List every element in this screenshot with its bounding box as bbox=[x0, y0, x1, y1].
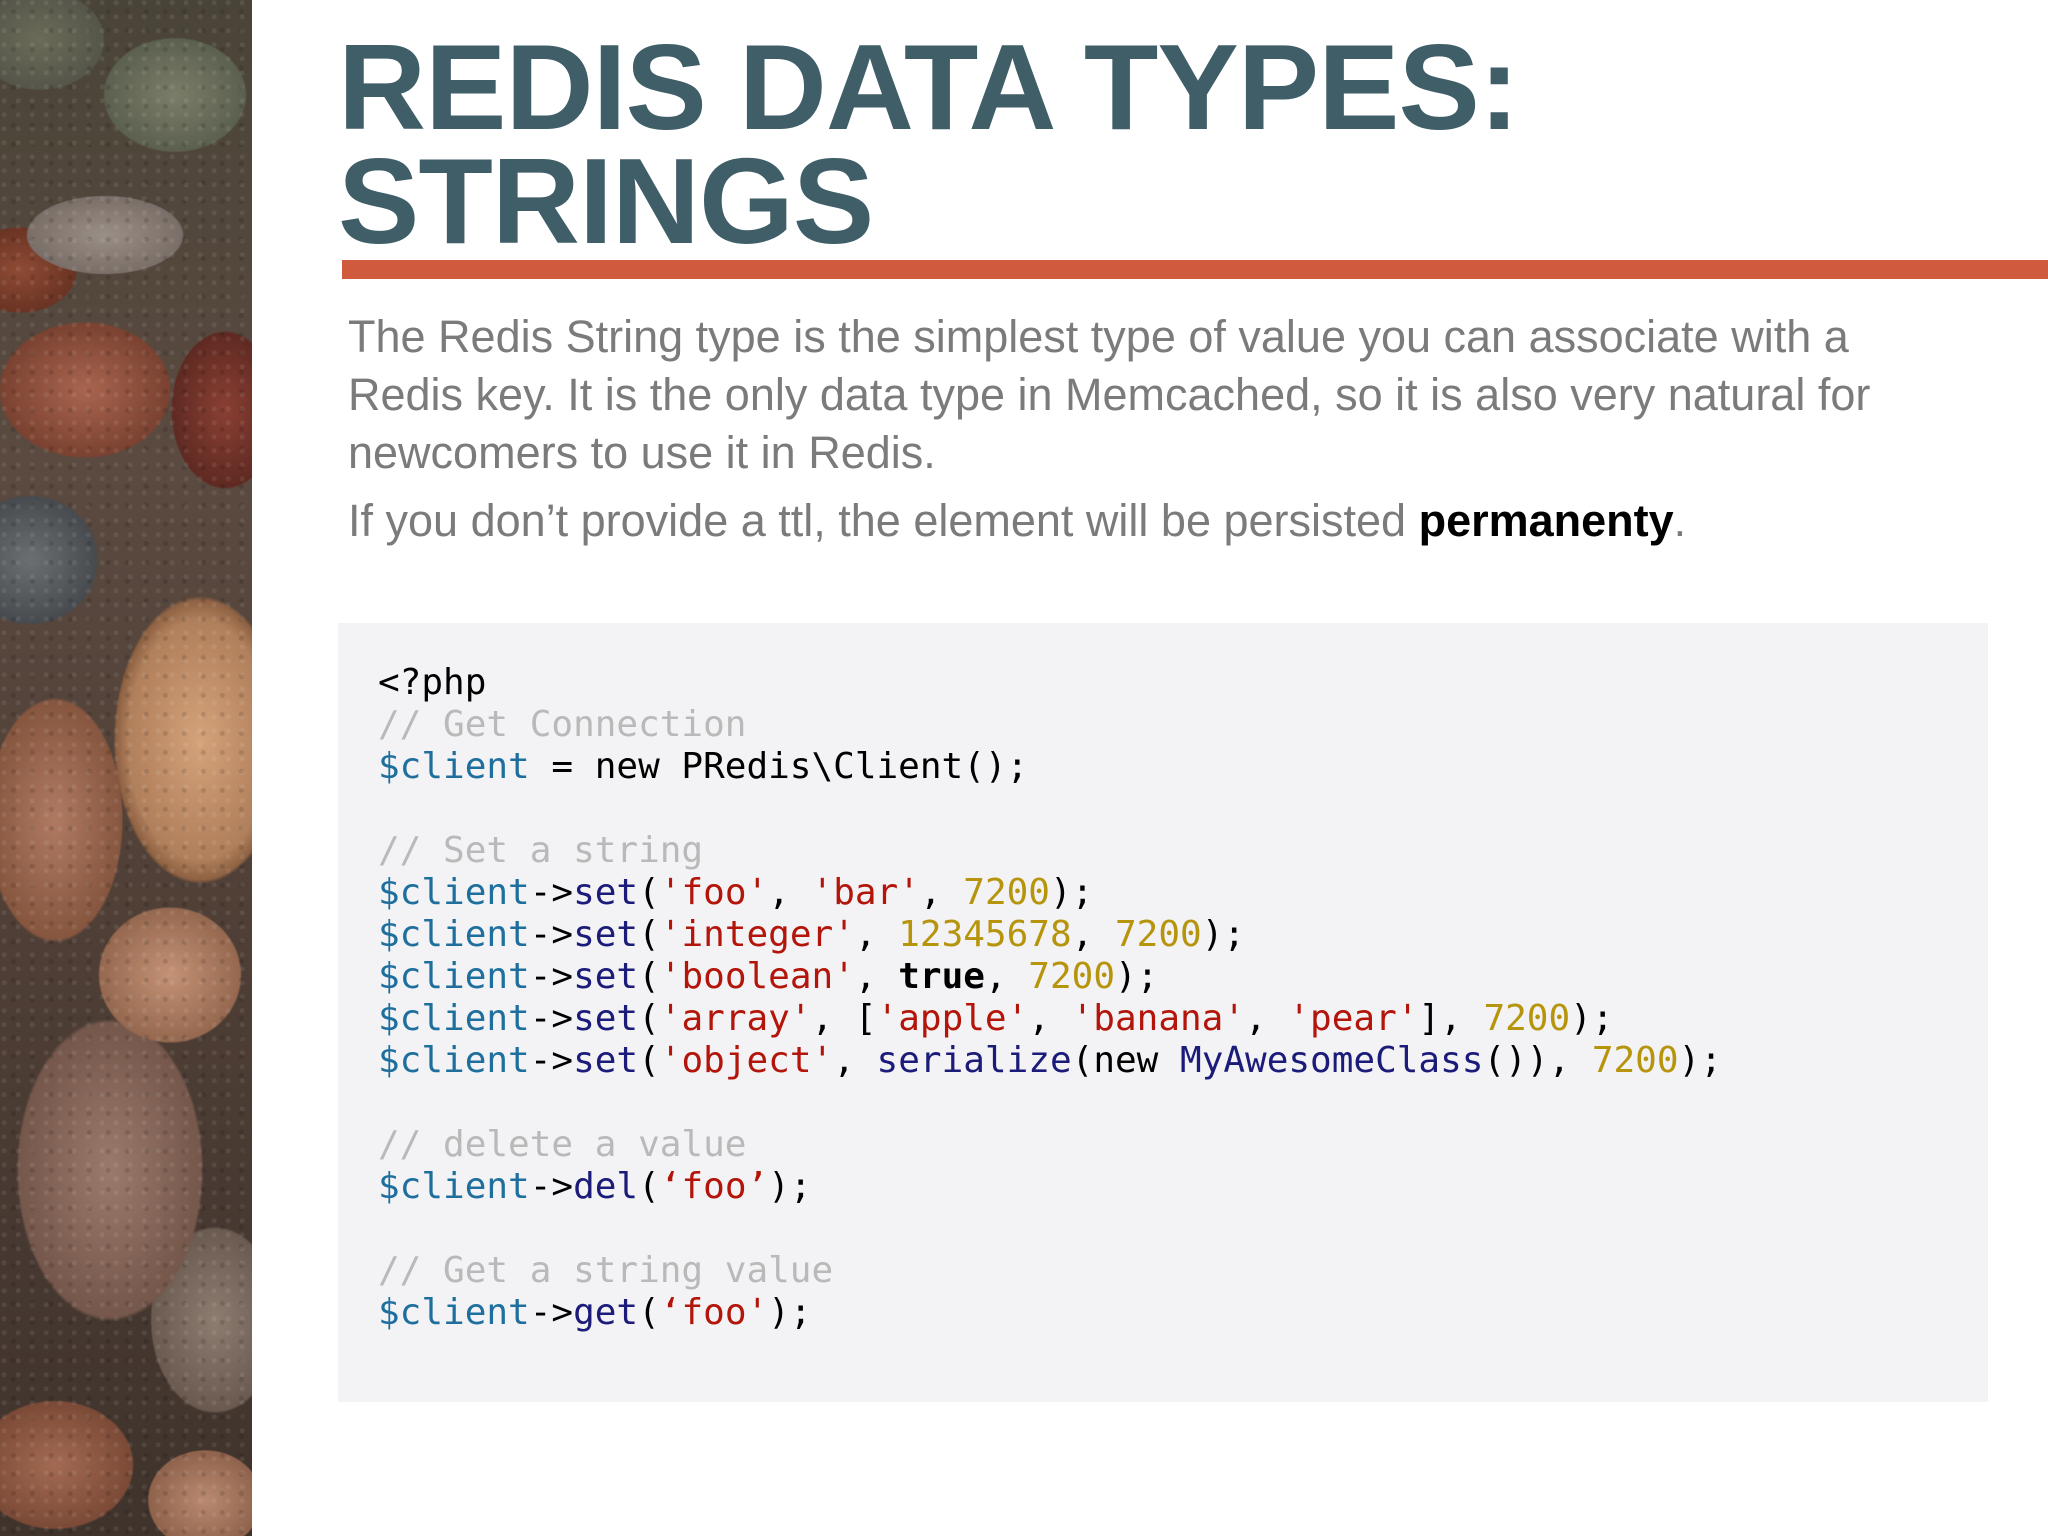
code-comment: // delete a value bbox=[378, 1124, 747, 1165]
code-number: 7200 bbox=[1028, 956, 1115, 997]
code-line: $client->set('foo', 'bar', 7200); bbox=[378, 872, 1094, 913]
code-listing: <?php // Get Connection $client = new PR… bbox=[378, 662, 1988, 1334]
code-line: $client->set('integer', 12345678, 7200); bbox=[378, 914, 1246, 955]
code-variable: $client bbox=[378, 956, 530, 997]
code-string: 'integer' bbox=[659, 914, 855, 955]
code-comment: // Set a string bbox=[378, 830, 704, 871]
code-variable: $client bbox=[378, 1166, 530, 1207]
code-string: 'foo' bbox=[659, 872, 769, 913]
title-line-2: STRINGS bbox=[338, 133, 874, 269]
code-string: 'pear' bbox=[1288, 998, 1419, 1039]
code-function: set bbox=[573, 914, 639, 955]
code-string: 'banana' bbox=[1071, 998, 1246, 1039]
code-arrow: -> bbox=[529, 1166, 574, 1207]
code-function: set bbox=[573, 956, 639, 997]
code-line: $client->set('object', serialize(new MyA… bbox=[378, 1040, 1722, 1081]
code-string: 'apple' bbox=[876, 998, 1029, 1039]
paragraph-ttl-emphasis: permanenty bbox=[1418, 495, 1674, 546]
code-line: $client->set('array', ['apple', 'banana'… bbox=[378, 998, 1614, 1039]
code-function: set bbox=[573, 872, 639, 913]
code-keyword: true bbox=[898, 956, 985, 997]
code-class-name: MyAwesomeClass bbox=[1180, 1040, 1484, 1081]
code-line: $client = new PRedis\Client(); bbox=[378, 746, 1028, 787]
code-variable: $client bbox=[378, 998, 530, 1039]
code-line: $client->del(‘foo’); bbox=[378, 1166, 812, 1207]
code-variable: $client bbox=[378, 1040, 530, 1081]
code-string: 'bar' bbox=[811, 872, 920, 913]
code-string: ‘foo' bbox=[659, 1292, 769, 1333]
code-line: // Get Connection bbox=[378, 704, 746, 745]
code-line: // delete a value bbox=[378, 1124, 746, 1165]
code-string: 'array' bbox=[659, 998, 812, 1039]
code-function: serialize bbox=[876, 1040, 1072, 1081]
code-string: 'object' bbox=[659, 1040, 834, 1081]
code-line: // Get a string value bbox=[378, 1250, 833, 1291]
code-number: 7200 bbox=[1114, 914, 1202, 955]
code-assignment: = new PRedis\Client(); bbox=[529, 746, 1029, 787]
code-string: 'boolean' bbox=[659, 956, 855, 997]
code-arrow: -> bbox=[529, 1292, 574, 1333]
code-number: 7200 bbox=[1483, 998, 1571, 1039]
code-number: 7200 bbox=[963, 872, 1050, 913]
pebbles-photo bbox=[0, 0, 252, 1536]
paragraph-intro: The Redis String type is the simplest ty… bbox=[348, 311, 1871, 478]
code-line: <?php bbox=[378, 662, 486, 703]
code-variable: $client bbox=[378, 746, 530, 787]
code-variable: $client bbox=[378, 872, 530, 913]
code-comment: // Get a string value bbox=[378, 1250, 834, 1291]
code-arrow: -> bbox=[529, 1040, 574, 1081]
code-line: // Set a string bbox=[378, 830, 703, 871]
code-arrow: -> bbox=[529, 998, 574, 1039]
code-keyword: new bbox=[1093, 1040, 1181, 1081]
code-number: 7200 bbox=[1591, 1040, 1679, 1081]
paragraph-ttl-period: . bbox=[1673, 495, 1687, 546]
code-arrow: -> bbox=[529, 914, 574, 955]
paragraph-ttl-text: If you don’t provide a ttl, the element … bbox=[348, 495, 1419, 546]
code-number: 12345678 bbox=[898, 914, 1072, 955]
title-underline bbox=[342, 260, 2048, 279]
code-variable: $client bbox=[378, 1292, 530, 1333]
body-text: The Redis String type is the simplest ty… bbox=[348, 308, 1948, 550]
code-function: set bbox=[573, 1040, 639, 1081]
code-arrow: -> bbox=[529, 956, 574, 997]
code-line: $client->get(‘foo'); bbox=[378, 1292, 812, 1333]
paragraph-ttl: If you don’t provide a ttl, the element … bbox=[348, 492, 1948, 550]
code-block: <?php // Get Connection $client = new PR… bbox=[338, 623, 1988, 1402]
php-open-tag: <?php bbox=[378, 662, 487, 703]
code-string: ‘foo’ bbox=[659, 1166, 769, 1207]
slide-title: REDIS DATA TYPES: STRINGS bbox=[338, 26, 1998, 262]
code-arrow: -> bbox=[529, 872, 574, 913]
code-function: del bbox=[573, 1166, 639, 1207]
slide: REDIS DATA TYPES: STRINGS The Redis Strin… bbox=[0, 0, 2048, 1536]
code-function: set bbox=[573, 998, 639, 1039]
code-function: get bbox=[573, 1292, 639, 1333]
code-comment: // Get Connection bbox=[378, 704, 747, 745]
code-line: $client->set('boolean', true, 7200); bbox=[378, 956, 1159, 997]
code-variable: $client bbox=[378, 914, 530, 955]
